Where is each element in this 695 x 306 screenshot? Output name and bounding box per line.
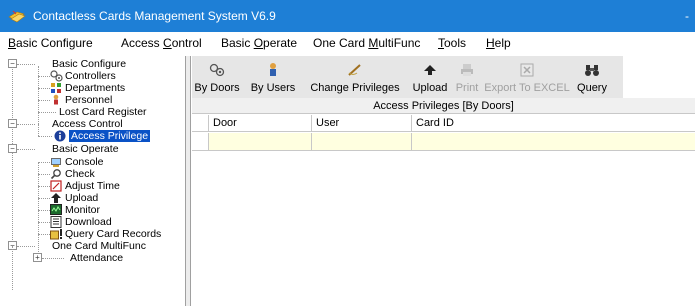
toolbar-label: Print [455,82,479,94]
tree-item-label: Personnel [65,94,113,106]
toolbar-label: By Doors [194,82,240,94]
tree-group-one-card-multifunc[interactable]: One Card MultiFunc [52,240,146,252]
menu-one-card-multifunc[interactable]: One Card MultiFunc [313,36,420,50]
tree-item-departments[interactable]: Departments [50,82,125,94]
column-header-user[interactable]: User [312,115,412,132]
edit-privileges-icon [347,60,363,80]
users-icon [266,60,280,80]
toolbar-label: Query [577,82,607,94]
menu-basic-configure[interactable]: Basic Configure [8,36,93,50]
tree-group-access-control[interactable]: Access Control [52,118,123,130]
tree-item-query-card-records[interactable]: Query Card Records [50,228,161,240]
grid-title: Access Privileges [By Doors] [192,98,695,114]
cell-card-id[interactable] [412,133,695,150]
title-bar: Contactless Cards Management System V6.9… [0,0,695,32]
tree-item-label: Query Card Records [65,228,162,240]
row-selector[interactable] [192,133,209,150]
column-header-door[interactable]: Door [209,115,312,132]
upload-icon [423,60,437,80]
binoculars-icon [584,60,600,80]
tree-item-download[interactable]: Download [50,216,112,228]
adjust-time-icon [50,180,63,192]
minimize-button[interactable]: - [685,0,695,32]
tree-item-personnel[interactable]: Personnel [50,94,112,106]
cell-user[interactable] [312,133,412,150]
tree-item-label: Access Privilege [69,130,151,142]
tree-item-label: Console [65,156,104,168]
download-icon [50,216,63,228]
tree-item-label: Departments [65,82,126,94]
tree-group-basic-operate[interactable]: Basic Operate [52,143,119,155]
collapse-basic-operate[interactable]: − [8,144,17,153]
table-row[interactable] [192,133,695,151]
by-users-button[interactable]: By Users [245,56,301,98]
tree-group-label: Basic Operate [52,143,119,155]
upload-button[interactable]: Upload [408,56,452,98]
tree-item-label: Attendance [70,252,124,264]
row-selector-header [192,115,209,132]
tree-group-basic-configure[interactable]: Basic Configure [52,58,126,70]
console-icon [50,156,63,168]
tree-group-label: One Card MultiFunc [52,240,146,252]
tree-group-label: Basic Configure [52,58,127,70]
monitor-icon [50,204,63,216]
query-button[interactable]: Query [573,56,611,98]
tree-item-label: Download [65,216,112,228]
expand-attendance[interactable]: + [33,253,42,262]
upload-icon [50,192,63,204]
grid-body [192,152,695,306]
tree-item-monitor[interactable]: Monitor [50,204,100,216]
export-to-excel-button[interactable]: Export To EXCEL [484,56,570,98]
menu-access-control[interactable]: Access Control [121,36,202,50]
toolbar-label: Export To EXCEL [484,82,570,94]
query-records-icon [50,228,63,240]
tree-item-access-privilege[interactable]: Access Privilege [54,130,151,142]
tree-group-label: Access Control [52,118,123,130]
panel-splitter[interactable] [186,56,191,306]
tree-item-label: Monitor [65,204,101,216]
change-privileges-button[interactable]: Change Privileges [306,56,404,98]
departments-icon [50,82,63,94]
menu-basic-operate[interactable]: Basic Operate [221,36,297,50]
magnifier-icon [50,168,63,180]
tree-item-upload[interactable]: Upload [50,192,98,204]
tree-item-attendance[interactable]: Attendance [70,252,123,264]
tree-item-label: Upload [65,192,99,204]
window-title: Contactless Cards Management System V6.9 [33,9,276,23]
toolbar-label: Change Privileges [310,82,400,94]
person-icon [50,94,63,106]
info-icon [54,130,67,142]
tree-item-adjust-time[interactable]: Adjust Time [50,180,120,192]
print-icon [460,60,474,80]
excel-icon [520,60,534,80]
cell-door[interactable] [209,133,312,150]
column-header-card-id[interactable]: Card ID [412,115,695,132]
tree-item-controllers[interactable]: Controllers [50,70,116,82]
doors-icon [209,60,225,80]
navigation-tree: − Basic Configure Controllers Department… [0,56,186,306]
toolbar-label: Upload [412,82,448,94]
grid-header: Door User Card ID [192,115,695,132]
collapse-basic-configure[interactable]: − [8,59,17,68]
menu-help[interactable]: Help [486,36,511,50]
menu-tools[interactable]: Tools [438,36,466,50]
tree-item-label: Controllers [65,70,116,82]
app-icon [8,9,26,23]
by-doors-button[interactable]: By Doors [192,56,242,98]
tree-item-lost-card-register[interactable]: Lost Card Register [59,106,147,118]
tree-item-check[interactable]: Check [50,168,95,180]
toolbar-label: By Users [250,82,296,94]
print-button[interactable]: Print [454,56,480,98]
tree-item-label: Adjust Time [65,180,120,192]
tree-item-console[interactable]: Console [50,156,104,168]
tree-item-label: Check [65,168,95,180]
toolbar: By Doors By Users Change Privileges Uplo… [192,56,623,98]
collapse-access-control[interactable]: − [8,119,17,128]
menu-bar: Basic Configure Access Control Basic Ope… [0,32,695,54]
controllers-icon [50,70,63,82]
tree-item-label: Lost Card Register [59,106,147,118]
